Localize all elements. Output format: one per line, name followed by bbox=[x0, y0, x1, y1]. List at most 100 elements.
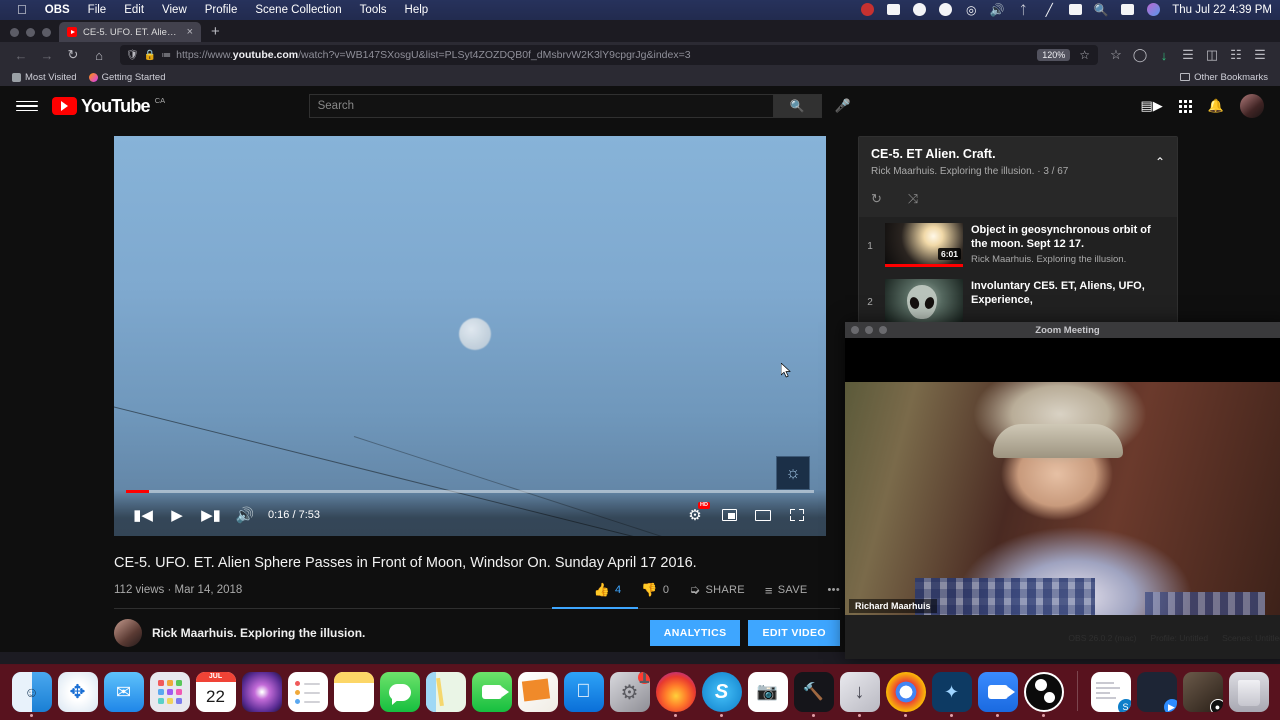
dock-item-messages[interactable] bbox=[379, 672, 420, 717]
previous-button[interactable]: ▮◀ bbox=[126, 498, 160, 532]
battery-status-icon[interactable] bbox=[1062, 0, 1088, 20]
dock-item-system-preferences[interactable]: ⚙ 1 bbox=[609, 672, 650, 717]
channel-watermark-icon[interactable]: ☼ bbox=[776, 456, 810, 490]
menu-item-obs[interactable]: OBS bbox=[36, 0, 79, 20]
permissions-icon[interactable]: ≔ bbox=[161, 50, 171, 61]
minimize-window-button[interactable] bbox=[26, 28, 35, 37]
maximize-window-button[interactable] bbox=[42, 28, 51, 37]
playlist-item[interactable]: 1 6:01 Object in geosynchronous orbit of… bbox=[859, 217, 1177, 273]
analytics-button[interactable]: ANALYTICS bbox=[649, 620, 741, 646]
play-button[interactable]: ▶ bbox=[160, 498, 194, 532]
reader-icon[interactable]: ☷ bbox=[1224, 44, 1248, 66]
search-button[interactable]: 🔍 bbox=[773, 94, 822, 118]
progress-bar[interactable] bbox=[126, 490, 814, 493]
theater-mode-button[interactable] bbox=[746, 498, 780, 532]
dock-item-facetime[interactable] bbox=[471, 672, 512, 717]
dock-item-xcode[interactable]: 🔨 bbox=[793, 672, 834, 717]
shield-icon[interactable]: 🛡 bbox=[126, 50, 139, 61]
save-button[interactable]: ≡ SAVE bbox=[765, 583, 808, 598]
address-bar[interactable]: 🛡 🔒 ≔ https://www.youtube.com/watch?v=WB… bbox=[120, 45, 1098, 65]
volume-button[interactable]: 🔊 bbox=[228, 498, 262, 532]
zoom-meeting-window[interactable]: Zoom Meeting Richard Maarhuis OBS 26.0.2… bbox=[845, 322, 1280, 659]
dock-item-notes[interactable] bbox=[333, 672, 374, 717]
channel-name[interactable]: Rick Maarhuis. Exploring the illusion. bbox=[152, 626, 365, 640]
wifi-off-status-icon[interactable]: ╱ bbox=[1036, 0, 1062, 20]
minimized-window-obs[interactable]: ● bbox=[1182, 672, 1223, 717]
volume-status-icon[interactable]: 🔊 bbox=[984, 0, 1010, 20]
share-button[interactable]: ➭ SHARE bbox=[689, 582, 745, 598]
dock-item-obs[interactable] bbox=[1023, 672, 1064, 717]
dock-item-keynote[interactable] bbox=[517, 672, 558, 717]
settings-button[interactable]: ⚙ HD bbox=[678, 498, 712, 532]
minimized-window-zoom[interactable]: ▶ bbox=[1136, 672, 1177, 717]
dock-item-launchpad[interactable] bbox=[149, 672, 190, 717]
zoom-video-area[interactable]: Richard Maarhuis OBS 26.0.2 (mac) Profil… bbox=[845, 338, 1280, 659]
menu-icon[interactable]: ☰ bbox=[1248, 44, 1272, 66]
library-icon[interactable]: ☰ bbox=[1176, 44, 1200, 66]
dock-item-app-store[interactable]:  bbox=[563, 672, 604, 717]
notifications-bell-icon[interactable]: 🔔 bbox=[1208, 98, 1224, 114]
loop-playlist-icon[interactable]: ↻ bbox=[871, 191, 882, 207]
youtube-logo[interactable]: YouTube CA bbox=[52, 96, 165, 115]
dock-item-siri[interactable] bbox=[241, 672, 282, 717]
menu-item-scene-collection[interactable]: Scene Collection bbox=[246, 0, 350, 20]
search-icon[interactable]: 🔍 bbox=[1088, 0, 1114, 20]
browser-tab-active[interactable]: CE-5. UFO. ET. Alien Sphere Pas × bbox=[59, 22, 201, 42]
dock-item-trash[interactable] bbox=[1228, 672, 1269, 717]
lock-icon[interactable]: 🔒 bbox=[144, 50, 156, 61]
back-button[interactable]: ← bbox=[8, 44, 34, 66]
dock-item-blue-app[interactable]: ✦ bbox=[931, 672, 972, 717]
dock-item-skype[interactable]: S bbox=[701, 672, 742, 717]
dock-item-downloads-folder[interactable]: ↓ bbox=[839, 672, 880, 717]
dock-item-finder[interactable]: ☺ bbox=[11, 672, 52, 717]
voice-search-icon[interactable]: 🎤 bbox=[832, 95, 854, 117]
forward-button[interactable]: → bbox=[34, 44, 60, 66]
zoom-level-badge[interactable]: 120% bbox=[1037, 49, 1071, 61]
menu-item-view[interactable]: View bbox=[153, 0, 196, 20]
minimized-window-skype[interactable]: S bbox=[1090, 672, 1131, 717]
apple-menu-icon[interactable]:  bbox=[8, 0, 36, 20]
bookmark-most-visited[interactable]: Most Visited bbox=[8, 72, 85, 83]
dock-item-calendar[interactable]: JUL 22 bbox=[195, 672, 236, 717]
menu-item-edit[interactable]: Edit bbox=[115, 0, 153, 20]
playlist-item[interactable]: 2 Involuntary CE5. ET, Aliens, UFO, Expe… bbox=[859, 273, 1177, 329]
menu-item-profile[interactable]: Profile bbox=[196, 0, 247, 20]
fullscreen-button[interactable] bbox=[780, 498, 814, 532]
like-button[interactable]: 👍 4 bbox=[593, 582, 621, 598]
bookmark-star-icon[interactable]: ☆ bbox=[1079, 48, 1092, 62]
siri-status-icon[interactable] bbox=[1140, 0, 1166, 20]
reload-button[interactable]: ↻ bbox=[60, 44, 86, 66]
shield-toolbar-icon[interactable]: ◯ bbox=[1128, 44, 1152, 66]
malwarebytes-status-icon[interactable] bbox=[906, 0, 932, 20]
bookmark-getting-started[interactable]: Getting Started bbox=[85, 72, 174, 83]
video-player[interactable]: ☼ ▮◀ ▶ ▶▮ 🔊 0:16 / 7:53 ⚙ HD bbox=[114, 136, 826, 536]
close-tab-icon[interactable]: × bbox=[187, 27, 193, 38]
dislike-button[interactable]: 👎 0 bbox=[641, 582, 669, 598]
menu-item-file[interactable]: File bbox=[79, 0, 116, 20]
play-circle-status-icon[interactable]: ◎ bbox=[958, 0, 984, 20]
dock-item-firefox[interactable] bbox=[655, 672, 696, 717]
display-status-icon[interactable] bbox=[1114, 0, 1140, 20]
window-traffic-lights[interactable] bbox=[8, 28, 59, 42]
obs-status-icon[interactable] bbox=[854, 0, 880, 20]
download-icon[interactable]: ↓ bbox=[1152, 44, 1176, 66]
pocket-icon[interactable]: ☆ bbox=[1104, 44, 1128, 66]
dock-item-screenshot[interactable]: 📷 bbox=[747, 672, 788, 717]
dock-item-mail[interactable]: ✉ bbox=[103, 672, 144, 717]
new-tab-button[interactable]: + bbox=[201, 23, 230, 42]
dock-item-safari[interactable]: ✥ bbox=[57, 672, 98, 717]
create-video-icon[interactable]: ▤▶ bbox=[1141, 98, 1163, 114]
menu-bar-clock[interactable]: Thu Jul 22 4:39 PM bbox=[1166, 4, 1272, 16]
shuffle-playlist-icon[interactable]: ⤨ bbox=[908, 191, 918, 207]
apps-grid-icon[interactable] bbox=[1178, 99, 1192, 113]
home-button[interactable]: ⌂ bbox=[86, 44, 112, 66]
collapse-playlist-icon[interactable]: ⌃ bbox=[1155, 155, 1165, 169]
search-input[interactable]: Search bbox=[308, 94, 774, 118]
checkmark-status-icon[interactable] bbox=[932, 0, 958, 20]
sidebar-icon[interactable]: ◫ bbox=[1200, 44, 1224, 66]
other-bookmarks[interactable]: Other Bookmarks bbox=[1180, 72, 1272, 83]
hamburger-menu-icon[interactable] bbox=[16, 100, 38, 112]
next-button[interactable]: ▶▮ bbox=[194, 498, 228, 532]
bluetooth-status-icon[interactable]: ᛏ bbox=[1010, 0, 1036, 20]
dock-item-chrome[interactable] bbox=[885, 672, 926, 717]
